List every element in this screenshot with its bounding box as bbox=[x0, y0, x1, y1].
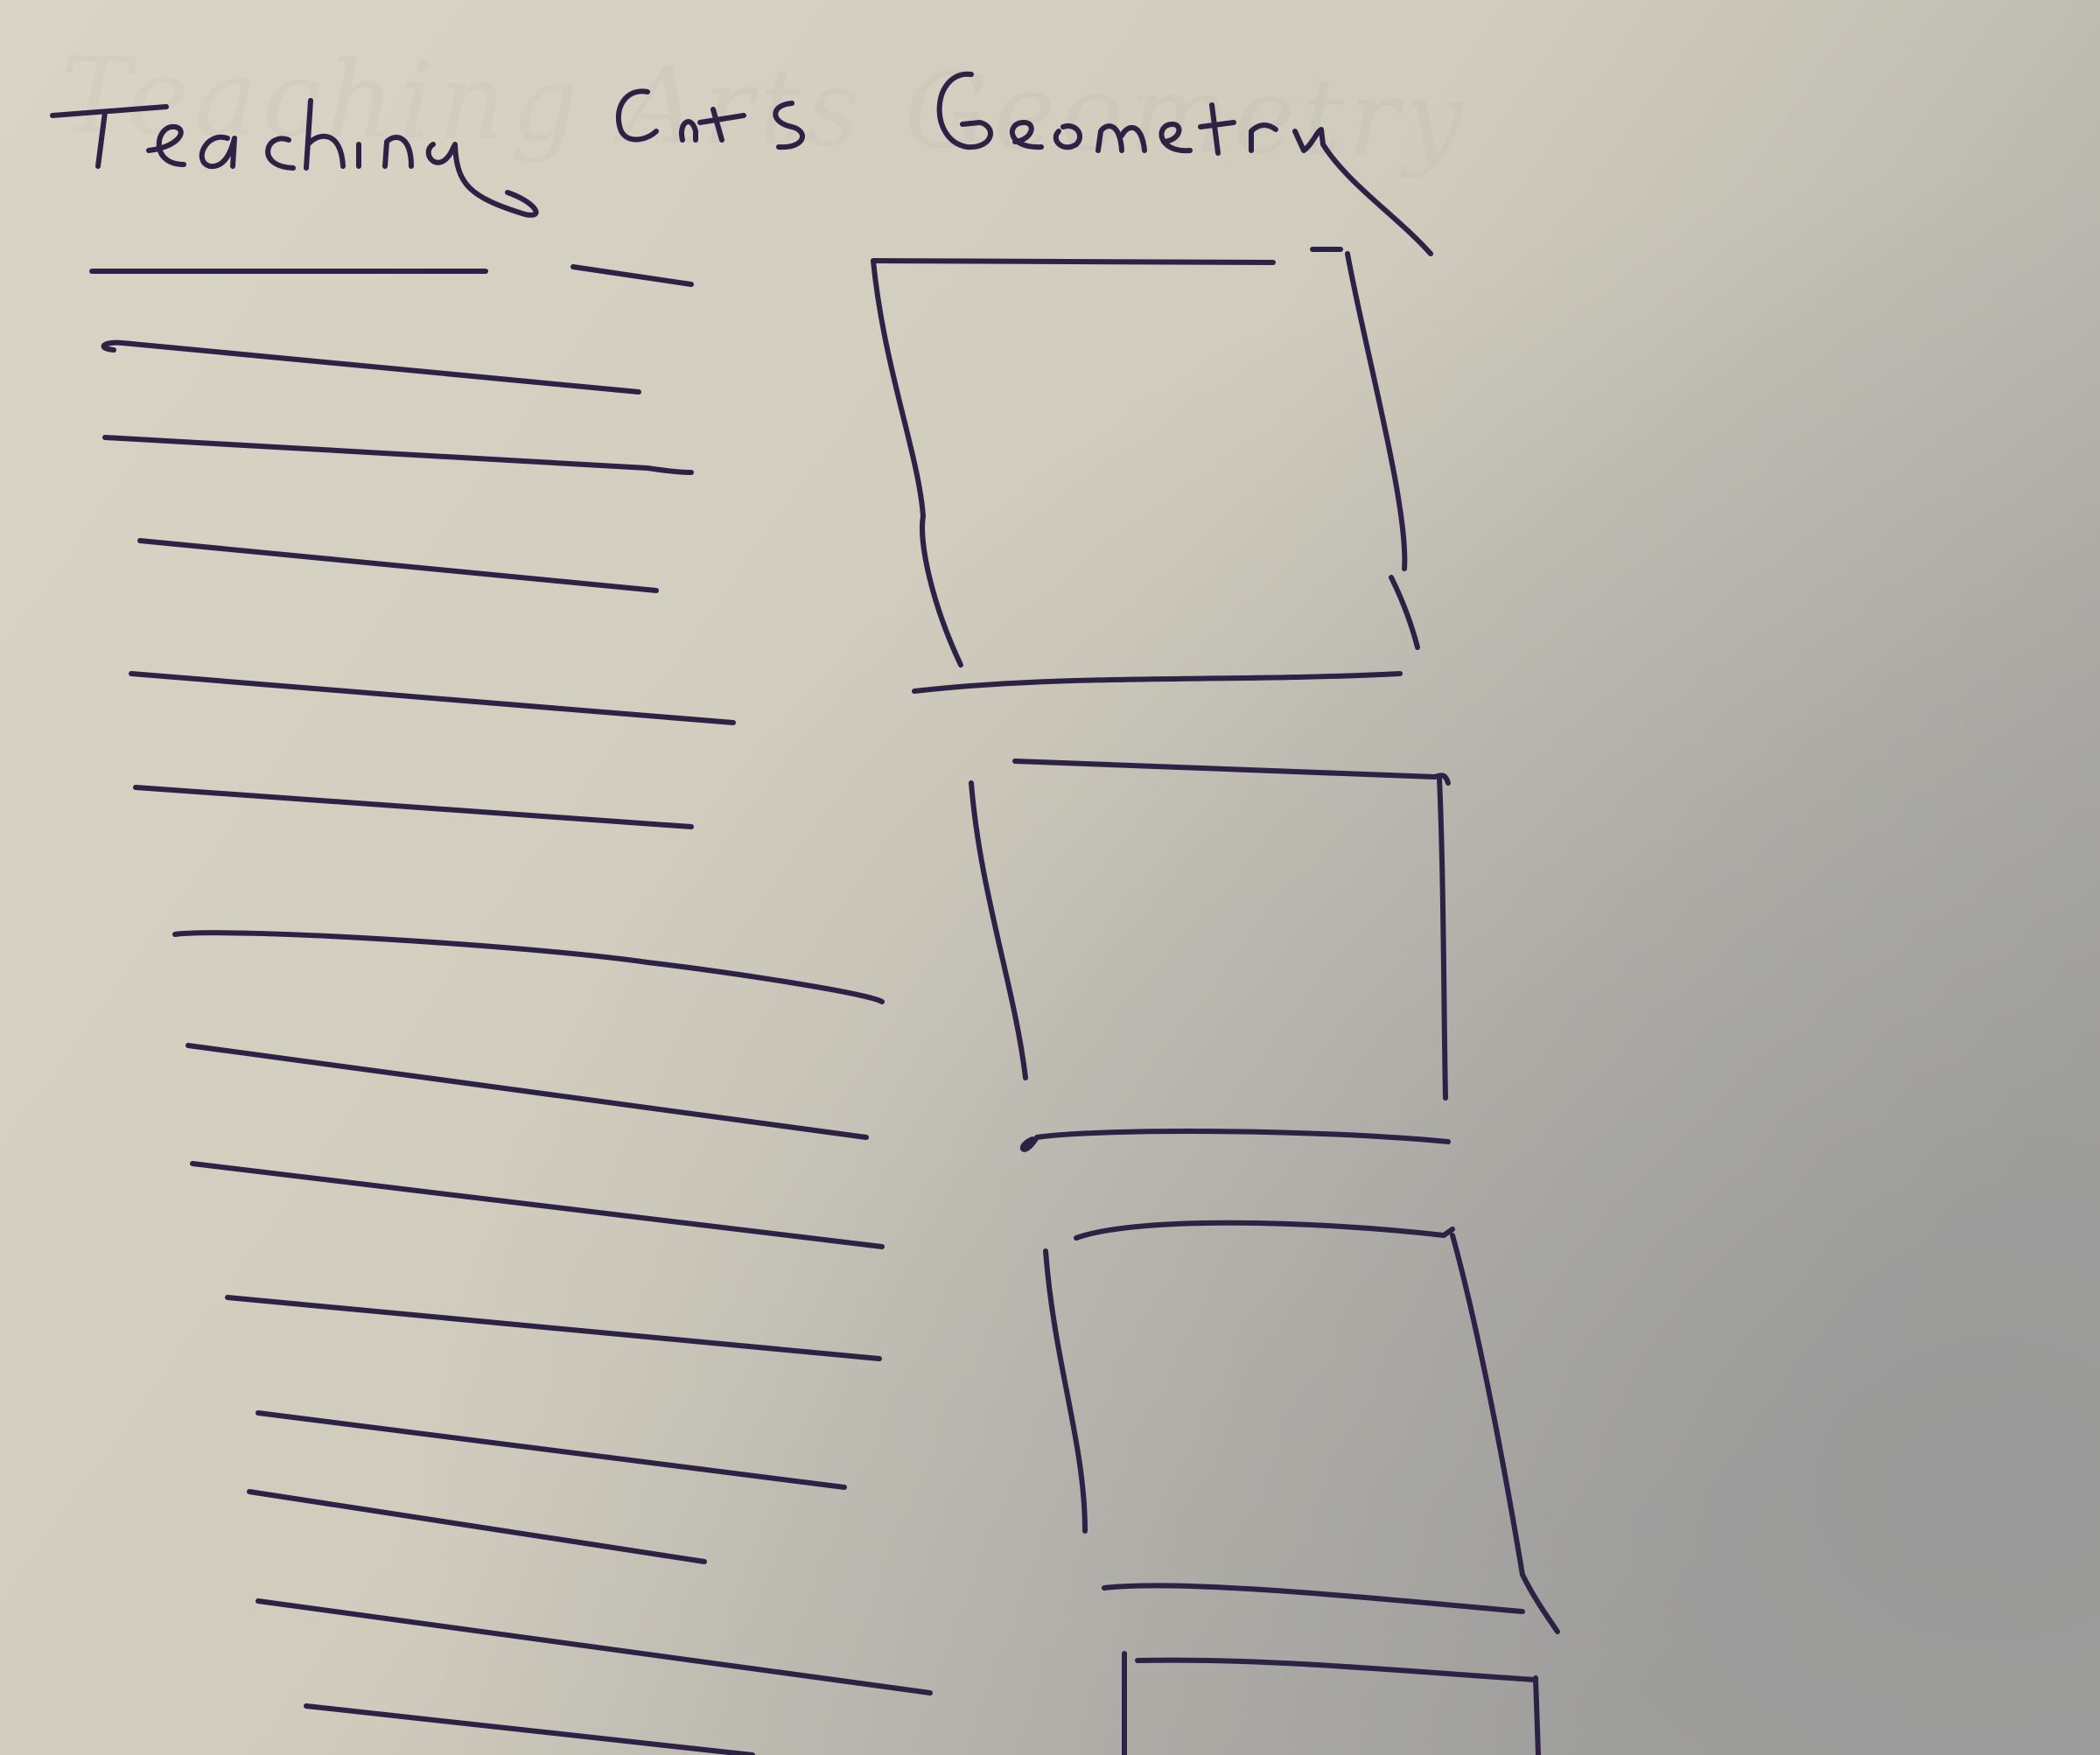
text-line bbox=[256, 1598, 933, 1696]
sketched-box-3 bbox=[1043, 1220, 1560, 1634]
sketched-box-4 bbox=[1122, 1651, 1541, 1755]
text-line bbox=[102, 435, 694, 475]
sketch-page: Teaching Arts Geometry bbox=[0, 0, 2100, 1755]
text-line bbox=[129, 671, 736, 725]
text-line bbox=[247, 1489, 707, 1564]
text-line bbox=[570, 264, 694, 287]
text-line bbox=[172, 930, 885, 1004]
handwritten-sketch bbox=[50, 71, 1560, 1755]
text-line bbox=[186, 1043, 869, 1140]
text-line bbox=[133, 785, 694, 829]
text-line bbox=[101, 339, 641, 395]
text-placeholder-lines bbox=[89, 264, 933, 1755]
sketched-box-1 bbox=[871, 247, 1420, 694]
sketched-box-2 bbox=[969, 759, 1451, 1152]
page-title: Teaching Arts Geometry bbox=[60, 35, 1505, 182]
text-line bbox=[190, 1161, 885, 1249]
text-line bbox=[256, 1410, 847, 1490]
text-line bbox=[137, 538, 659, 593]
text-line bbox=[304, 1703, 755, 1755]
text-line bbox=[225, 1295, 882, 1361]
